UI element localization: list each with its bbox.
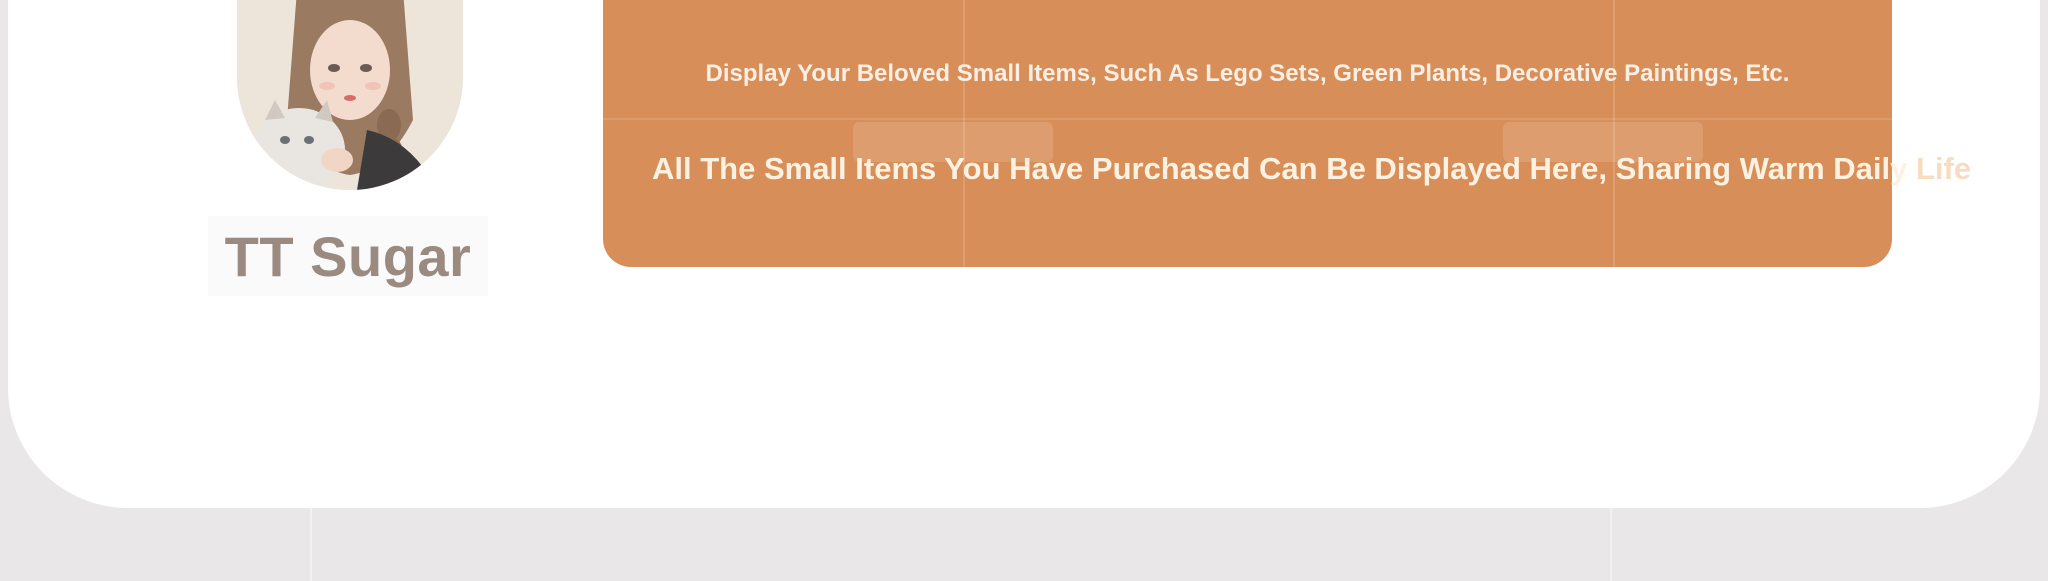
background-divider (310, 508, 312, 581)
banner-grid-line (603, 118, 1892, 120)
background-divider (1610, 508, 1612, 581)
showcase-banner[interactable]: Display Your Beloved Small Items, Such A… (603, 0, 1971, 267)
banner-title-tail: Life (1915, 151, 1972, 186)
banner-title: All The Small Items You Have Purchased C… (652, 151, 1971, 187)
profile-avatar[interactable] (237, 0, 463, 190)
banner-subtitle: Display Your Beloved Small Items, Such A… (705, 60, 1790, 87)
username: TT Sugar (224, 224, 472, 288)
username-container: TT Sugar (208, 216, 488, 296)
banner-title-main: All The Small Items You Have Purchased C… (652, 151, 1916, 186)
avatar-girl-with-cat-icon (237, 0, 463, 190)
profile-card: TT Sugar Display Your Beloved Small Item… (8, 0, 2040, 508)
